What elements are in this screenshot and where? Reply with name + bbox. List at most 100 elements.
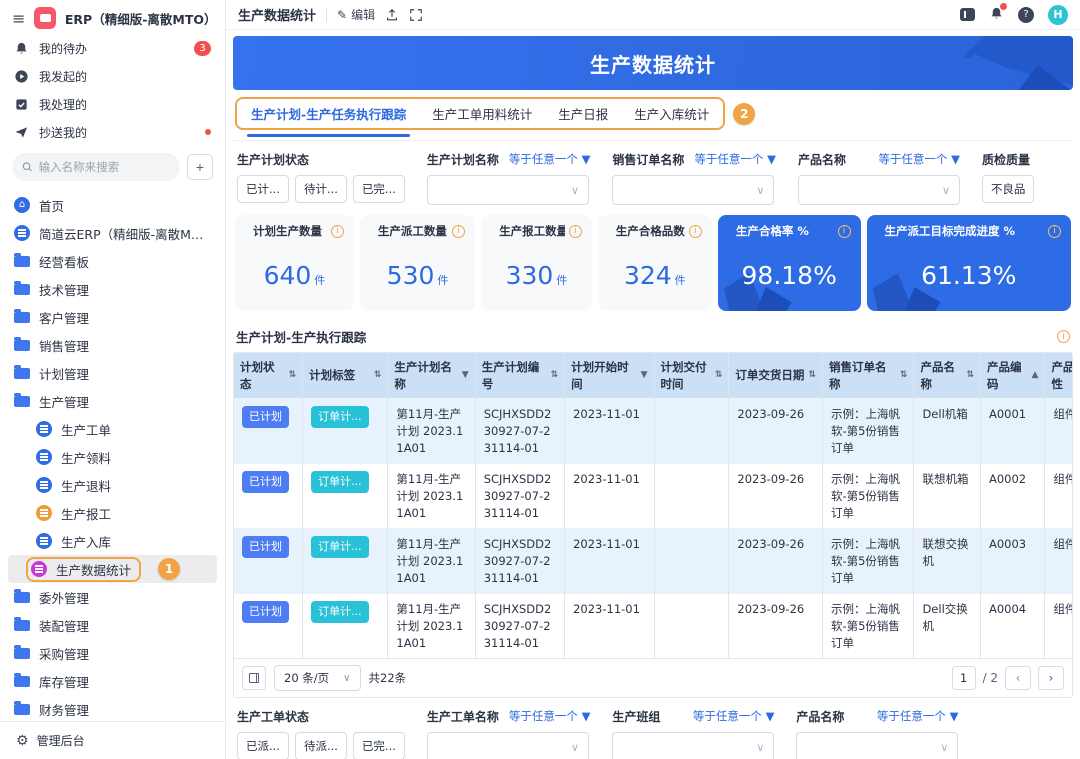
tab-plan-task-tracking[interactable]: 生产计划-生产任务执行跟踪: [251, 104, 406, 123]
tab-workorder-material-stats[interactable]: 生产工单用料统计: [432, 104, 532, 123]
col-header[interactable]: 计划状态⇅: [234, 353, 303, 399]
sidebar-item-tech-mgmt[interactable]: 技术管理: [8, 275, 217, 303]
filter-button-completed[interactable]: 已完...: [353, 732, 405, 759]
col-header[interactable]: 生产计划名称▼: [388, 353, 475, 399]
col-header[interactable]: 产品名称⇅: [914, 353, 981, 399]
team-select[interactable]: ∨: [612, 732, 774, 759]
notebook-icon[interactable]: [960, 8, 975, 21]
folder-icon: [14, 284, 30, 295]
sidebar-item-home[interactable]: ⌂ 首页: [8, 191, 217, 219]
current-page-input[interactable]: 1: [952, 666, 976, 690]
search-input[interactable]: [39, 160, 170, 174]
page-size-select[interactable]: 20 条/页 ∨: [274, 665, 361, 691]
next-page-button[interactable]: ›: [1038, 666, 1064, 690]
annotation-2-badge: 2: [733, 103, 755, 125]
doc-icon: [36, 421, 52, 437]
col-header[interactable]: 产品属性⇅: [1045, 353, 1073, 399]
plan-name-select[interactable]: ∨: [427, 175, 589, 205]
sidebar-item-business-board[interactable]: 经营看板: [8, 247, 217, 275]
sidebar-item-outsourcing-mgmt[interactable]: 委外管理: [8, 583, 217, 611]
info-icon[interactable]: i: [1048, 225, 1061, 238]
sidebar-item-my-handled[interactable]: 我处理的: [0, 90, 225, 118]
table-row[interactable]: 已计划 订单计... 第11月-生产计划 2023.11A01 SCJHXSDD…: [234, 464, 1073, 529]
info-icon[interactable]: i: [331, 225, 344, 238]
filter-button-dispatched[interactable]: 已派...: [237, 732, 289, 759]
sidebar-item-cc-to-me[interactable]: 抄送我的: [0, 118, 225, 146]
info-icon[interactable]: i: [689, 225, 702, 238]
sidebar-item-production-picking[interactable]: 生产领料: [8, 443, 217, 471]
operator-dropdown[interactable]: 等于任意一个 ▼: [509, 151, 591, 167]
tab-inbound-stats[interactable]: 生产入库统计: [634, 104, 709, 123]
prev-page-button[interactable]: ‹: [1005, 666, 1031, 690]
filter-button-planned[interactable]: 已计...: [237, 175, 289, 203]
total-count: 共22条: [369, 670, 407, 686]
table-row[interactable]: 已计划 订单计... 第11月-生产计划 2023.11A01 SCJHXSDD…: [234, 529, 1073, 594]
sidebar-item-production-return[interactable]: 生产退料: [8, 471, 217, 499]
tab-production-daily[interactable]: 生产日报: [558, 104, 608, 123]
operator-dropdown[interactable]: 等于任意一个 ▼: [693, 708, 775, 724]
operator-dropdown[interactable]: 等于任意一个 ▼: [509, 708, 591, 724]
sidebar-item-plan-mgmt[interactable]: 计划管理: [8, 359, 217, 387]
info-icon[interactable]: i: [1057, 330, 1070, 343]
sidebar-item-production-report[interactable]: 生产报工: [8, 499, 217, 527]
admin-console-link[interactable]: ⚙ 管理后台: [0, 721, 225, 759]
add-button[interactable]: +: [187, 154, 213, 180]
info-icon[interactable]: i: [838, 225, 851, 238]
fullscreen-button[interactable]: [409, 8, 423, 22]
chevron-down-icon: ∨: [940, 741, 948, 754]
avatar[interactable]: H: [1048, 5, 1068, 25]
sidebar-search-row: +: [0, 146, 225, 189]
sidebar-item-my-initiated[interactable]: 我发起的: [0, 62, 225, 90]
operator-dropdown[interactable]: 等于任意一个 ▼: [878, 151, 960, 167]
filter-button-defective[interactable]: 不良品: [982, 175, 1035, 203]
filter-button-to-dispatch[interactable]: 待派...: [295, 732, 347, 759]
col-header[interactable]: 销售订单名称⇅: [822, 353, 914, 399]
info-icon[interactable]: i: [452, 225, 465, 238]
info-icon[interactable]: i: [569, 225, 582, 238]
sidebar-item-assembly-mgmt[interactable]: 装配管理: [8, 611, 217, 639]
sidebar-item-inventory-mgmt[interactable]: 库存管理: [8, 667, 217, 695]
tag-badge: 订单计...: [311, 601, 369, 623]
sidebar-item-production-data-stats[interactable]: 生产数据统计 1: [8, 555, 217, 583]
col-header[interactable]: 生产计划编号⇅: [475, 353, 564, 399]
sidebar-item-production-mgmt[interactable]: 生产管理: [8, 387, 217, 415]
sort-icon: ▼: [462, 369, 469, 382]
doc-icon: [36, 533, 52, 549]
status-badge: 已计划: [242, 601, 289, 623]
sidebar-item-production-workorder[interactable]: 生产工单: [8, 415, 217, 443]
col-header[interactable]: 产品编码▲: [980, 353, 1044, 399]
sort-icon: ▼: [641, 369, 648, 382]
col-header[interactable]: 计划交付时间⇅: [654, 353, 729, 399]
sales-order-select[interactable]: ∨: [612, 175, 774, 205]
sidebar-item-jdy-erp[interactable]: 简道云ERP（精细版-离散MTO）「...: [8, 219, 217, 247]
help-icon[interactable]: ?: [1018, 7, 1034, 23]
export-button[interactable]: [385, 8, 399, 22]
sidebar-item-sales-mgmt[interactable]: 销售管理: [8, 331, 217, 359]
table-row[interactable]: 已计划 订单计... 第11月-生产计划 2023.11A01 SCJHXSDD…: [234, 594, 1073, 659]
column-settings-button[interactable]: [242, 666, 266, 690]
edit-button[interactable]: ✎ 编辑: [337, 6, 375, 23]
folder-icon: [14, 676, 30, 687]
sidebar-search[interactable]: [12, 153, 180, 181]
table-row[interactable]: 已计划 订单计... 第11月-生产计划 2023.11A01 SCJHXSDD…: [234, 399, 1073, 464]
product-name-select[interactable]: ∨: [798, 175, 960, 205]
notifications-button[interactable]: [989, 6, 1004, 24]
hamburger-menu-icon[interactable]: ≡: [12, 9, 25, 28]
sidebar-item-finance-mgmt[interactable]: 财务管理: [8, 695, 217, 721]
col-header[interactable]: 计划开始时间▼: [565, 353, 654, 399]
filter-button-to-plan[interactable]: 待计...: [295, 175, 347, 203]
sidebar-item-my-todo[interactable]: 我的待办 3: [0, 34, 225, 62]
workorder-name-select[interactable]: ∨: [427, 732, 589, 759]
operator-dropdown[interactable]: 等于任意一个 ▼: [877, 708, 959, 724]
sidebar-item-purchase-mgmt[interactable]: 采购管理: [8, 639, 217, 667]
filter-button-completed[interactable]: 已完...: [353, 175, 405, 203]
sidebar-item-production-inbound[interactable]: 生产入库: [8, 527, 217, 555]
notification-dot: [1000, 3, 1007, 10]
product-name-select-2[interactable]: ∨: [796, 732, 958, 759]
doc-icon: [36, 477, 52, 493]
col-header[interactable]: 订单交货日期⇅: [729, 353, 823, 399]
col-header[interactable]: 计划标签⇅: [303, 353, 388, 399]
sidebar-item-customer-mgmt[interactable]: 客户管理: [8, 303, 217, 331]
operator-dropdown[interactable]: 等于任意一个 ▼: [694, 151, 776, 167]
stat-card-report-qty: 生产报工数量i 330件: [481, 215, 592, 311]
